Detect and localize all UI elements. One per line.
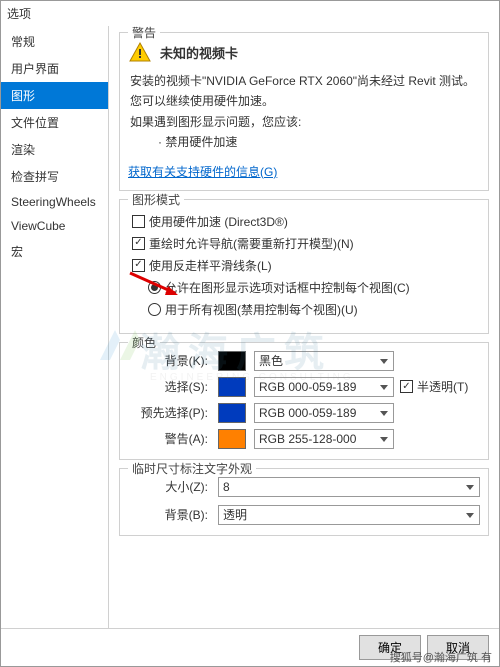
sel-color-label: 选择(S): (132, 378, 212, 395)
sidebar-item-ui[interactable]: 用户界面 (1, 55, 108, 82)
sidebar-item-macro[interactable]: 宏 (1, 238, 108, 265)
annotation-arrow (120, 268, 180, 298)
warning-text-2: 您可以继续使用硬件加速。 (130, 91, 480, 111)
sidebar-item-general[interactable]: 常规 (1, 28, 108, 55)
temp-bg-combo[interactable]: 透明 (218, 505, 480, 525)
credit-text: 搜狐号@瀚海广筑 有 (390, 649, 492, 665)
per-view-label: 允许在图形显示选项对话框中控制每个视图(C) (165, 279, 410, 296)
warning-group: 警告 未知的视频卡 安装的视频卡"NVIDIA GeForce RTX 2060… (119, 32, 489, 191)
category-sidebar: 常规 用户界面 图形 文件位置 渲染 检查拼写 SteeringWheels V… (1, 26, 109, 628)
graphics-mode-group: 图形模式 使用硬件加速 (Direct3D®) 重绘时允许导航(需要重新打开模型… (119, 199, 489, 334)
bg-color-combo[interactable]: 黑色 (254, 351, 394, 371)
size-combo[interactable]: 8 (218, 477, 480, 497)
sidebar-item-file-location[interactable]: 文件位置 (1, 109, 108, 136)
colors-group: 颜色 背景(K): 黑色 选择(S): RGB 000-059-189 半透明(… (119, 342, 489, 460)
colors-group-title: 颜色 (128, 334, 160, 351)
temp-bg-label: 背景(B): (132, 506, 212, 523)
warning-icon (128, 41, 152, 65)
temp-dim-group: 临时尺寸标注文字外观 大小(Z): 8 背景(B): 透明 (119, 468, 489, 536)
sidebar-item-spellcheck[interactable]: 检查拼写 (1, 163, 108, 190)
sidebar-item-graphics[interactable]: 图形 (1, 82, 108, 109)
hardware-info-link[interactable]: 获取有关支持硬件的信息(G) (128, 163, 277, 180)
redraw-nav-label: 重绘时允许导航(需要重新打开模型)(N) (149, 235, 354, 252)
semi-transparent-checkbox[interactable] (400, 380, 413, 393)
redraw-nav-checkbox[interactable] (132, 237, 145, 250)
warning-heading: 未知的视频卡 (160, 43, 238, 62)
warning-text-3: 如果遇到图形显示问题，您应该: (130, 112, 480, 132)
sel-color-combo[interactable]: RGB 000-059-189 (254, 377, 394, 397)
sidebar-item-render[interactable]: 渲染 (1, 136, 108, 163)
warn-color-swatch[interactable] (218, 429, 246, 449)
hw-accel-label: 使用硬件加速 (Direct3D®) (149, 213, 288, 230)
temp-dim-group-title: 临时尺寸标注文字外观 (128, 460, 256, 477)
hw-accel-checkbox[interactable] (132, 215, 145, 228)
presel-color-swatch[interactable] (218, 403, 246, 423)
dialog-title: 选项 (1, 1, 499, 26)
graphics-group-title: 图形模式 (128, 191, 184, 208)
bg-color-swatch[interactable] (218, 351, 246, 371)
bg-color-label: 背景(K): (132, 352, 212, 369)
warn-color-combo[interactable]: RGB 255-128-000 (254, 429, 394, 449)
size-label: 大小(Z): (132, 478, 212, 495)
semi-transparent-label: 半透明(T) (417, 378, 468, 395)
warning-group-title: 警告 (128, 26, 160, 41)
warning-text-1: 安装的视频卡"NVIDIA GeForce RTX 2060"尚未经过 Revi… (130, 71, 480, 91)
sel-color-swatch[interactable] (218, 377, 246, 397)
all-views-label: 用于所有视图(禁用控制每个视图)(U) (165, 301, 358, 318)
sidebar-item-steeringwheels[interactable]: SteeringWheels (1, 190, 108, 214)
presel-color-label: 预先选择(P): (132, 404, 212, 421)
presel-color-combo[interactable]: RGB 000-059-189 (254, 403, 394, 423)
warning-bullet: · 禁用硬件加速 (158, 132, 480, 152)
warn-color-label: 警告(A): (132, 430, 212, 447)
sidebar-item-viewcube[interactable]: ViewCube (1, 214, 108, 238)
all-views-radio[interactable] (148, 303, 161, 316)
